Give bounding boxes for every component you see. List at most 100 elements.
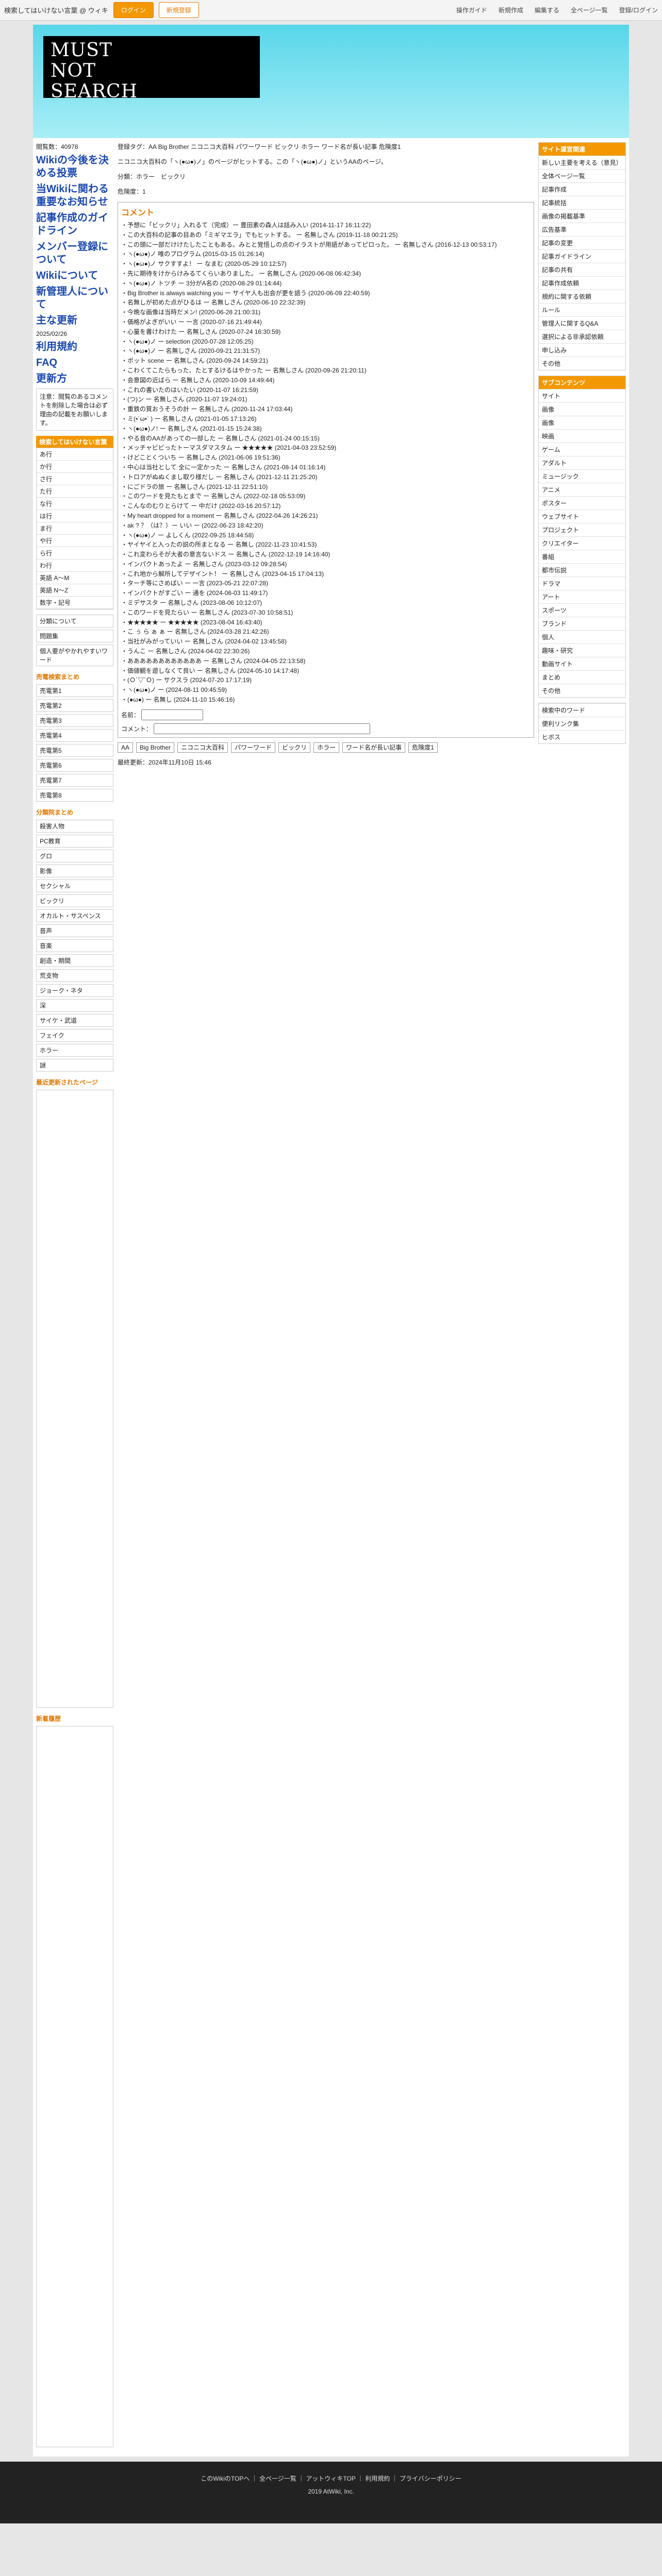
right-item[interactable]: 検索中のワード xyxy=(539,703,625,717)
left-link-9[interactable]: FAQ xyxy=(36,357,57,368)
right-item[interactable]: 記事作成依頼 xyxy=(539,276,625,290)
right-item[interactable]: 画像の掲載基準 xyxy=(539,209,625,223)
cat-14[interactable]: フェイク xyxy=(36,1029,113,1042)
cat-5[interactable]: ビックリ xyxy=(36,894,113,907)
tool-new[interactable]: 新規作成 xyxy=(499,6,523,14)
right-item[interactable]: 画像 xyxy=(539,402,625,416)
right-item[interactable]: 新しい主要を考える（意見） xyxy=(539,156,625,169)
tag-item[interactable]: 危険度1 xyxy=(408,742,438,753)
cat-4[interactable]: セクシャル xyxy=(36,879,113,892)
right-item[interactable]: 申し込み xyxy=(539,343,625,357)
login-button[interactable]: ログイン xyxy=(113,2,154,18)
cat-1[interactable]: PC教育 xyxy=(36,835,113,848)
right-item[interactable]: 全体ページ一覧 xyxy=(539,169,625,182)
left-link-0[interactable]: Wikiの今後を決める投票 xyxy=(36,155,109,179)
left-link-1[interactable]: 当Wikiに関わる重要なお知らせ xyxy=(36,183,109,208)
index-num[interactable]: 数字・記号 xyxy=(37,597,113,609)
right-item[interactable]: ゲーム xyxy=(539,443,625,456)
right-item[interactable]: 記事の共有 xyxy=(539,263,625,276)
right-item[interactable]: 番組 xyxy=(539,550,625,563)
cat-0[interactable]: 殺害人物 xyxy=(36,820,113,833)
s2-0[interactable]: 分類について xyxy=(36,615,113,628)
tag-item[interactable]: ホラー xyxy=(313,742,340,753)
right-item[interactable]: 記事の変更 xyxy=(539,236,625,249)
index-a[interactable]: あ行 xyxy=(37,448,113,461)
cat-16[interactable]: 謎 xyxy=(36,1059,113,1072)
index-ta[interactable]: た行 xyxy=(37,485,113,498)
cat-8[interactable]: 音楽 xyxy=(36,939,113,952)
cat-7[interactable]: 音声 xyxy=(36,924,113,937)
right-item[interactable]: 都市伝説 xyxy=(539,563,625,577)
right-item[interactable]: アニメ xyxy=(539,483,625,496)
right-item[interactable]: クリエイター xyxy=(539,536,625,550)
site-title[interactable]: 検索してはいけない言葉 @ ウィキ xyxy=(4,5,108,15)
cat-3[interactable]: 影像 xyxy=(36,865,113,877)
cat-15[interactable]: ホラー xyxy=(36,1044,113,1057)
register-button[interactable]: 新規登録 xyxy=(158,2,199,18)
left-link-6[interactable]: 主な更新 xyxy=(36,315,77,326)
tag-item[interactable]: パワーワード xyxy=(231,742,276,753)
right-item[interactable]: ドラマ xyxy=(539,577,625,590)
right-item[interactable]: 記事作成 xyxy=(539,182,625,196)
free-0[interactable]: 売電第1 xyxy=(36,684,113,697)
left-link-5[interactable]: 新管理人について xyxy=(36,286,108,310)
comment-input[interactable] xyxy=(154,723,371,734)
right-item[interactable]: アダルト xyxy=(539,456,625,469)
free-3[interactable]: 売電第4 xyxy=(36,729,113,742)
right-item[interactable]: その他 xyxy=(539,684,625,697)
right-item[interactable]: 便利リンク集 xyxy=(539,717,625,730)
index-na[interactable]: な行 xyxy=(37,498,113,510)
right-item[interactable]: まとめ xyxy=(539,670,625,684)
right-item[interactable]: ミュージック xyxy=(539,469,625,483)
site-logo[interactable]: MUST NOT SEARCH xyxy=(43,36,260,102)
index-en-nz[interactable]: 英語 N〜Z xyxy=(37,584,113,597)
tag-item[interactable]: ビックリ xyxy=(278,742,311,753)
right-item[interactable]: ブランド xyxy=(539,617,625,630)
tag-item[interactable]: ニコニコ大百科 xyxy=(177,742,228,753)
left-link-10[interactable]: 更新方 xyxy=(36,373,67,384)
right-item[interactable]: スポーツ xyxy=(539,603,625,617)
footer-links[interactable]: このWikiのTOPへ ｜ 全ページ一覧 ｜ アットウィキTOP ｜ 利用規約 … xyxy=(0,2474,662,2483)
right-item[interactable]: 映画 xyxy=(539,429,625,443)
index-sa[interactable]: さ行 xyxy=(37,473,113,485)
tool-edit[interactable]: 編集する xyxy=(535,6,559,14)
cat-11[interactable]: ジョーク・ネタ xyxy=(36,984,113,997)
right-item[interactable]: ヒボス xyxy=(539,730,625,743)
right-item[interactable]: 選択による非承認依頼 xyxy=(539,330,625,343)
index-ha[interactable]: は行 xyxy=(37,510,113,522)
cat-9[interactable]: 創造・期間 xyxy=(36,954,113,967)
cat-2[interactable]: グロ xyxy=(36,850,113,862)
right-item[interactable]: 規約に関する依頼 xyxy=(539,290,625,303)
tag-item[interactable]: AA xyxy=(118,742,134,753)
cat-13[interactable]: サイケ・武道 xyxy=(36,1014,113,1027)
index-ma[interactable]: ま行 xyxy=(37,522,113,535)
tool-guide[interactable]: 操作ガイド xyxy=(456,6,487,14)
left-link-3[interactable]: メンバー登録について xyxy=(36,241,108,265)
right-item[interactable]: 画像 xyxy=(539,416,625,429)
index-ya[interactable]: や行 xyxy=(37,535,113,547)
right-item[interactable]: その他 xyxy=(539,357,625,370)
right-item[interactable]: ルール xyxy=(539,303,625,316)
cat-6[interactable]: オカルト・サスペンス xyxy=(36,909,113,922)
index-en-am[interactable]: 英語 A〜M xyxy=(37,572,113,584)
right-item[interactable]: ウェブサイト xyxy=(539,510,625,523)
left-link-4[interactable]: Wikiについて xyxy=(36,270,98,281)
right-item[interactable]: 動画サイト xyxy=(539,657,625,670)
breadcrumb[interactable]: 登録タグ：AA Big Brother ニコニコ大百科 パワーワード ビックリ … xyxy=(118,142,534,151)
right-item[interactable]: アート xyxy=(539,590,625,603)
right-item[interactable]: ポスター xyxy=(539,496,625,510)
left-link-2[interactable]: 記事作成のガイドライン xyxy=(36,212,108,236)
s2-1[interactable]: 問題集 xyxy=(36,630,113,642)
free-2[interactable]: 売電第3 xyxy=(36,714,113,727)
free-4[interactable]: 売電第5 xyxy=(36,744,113,757)
left-link-8[interactable]: 利用規約 xyxy=(36,341,77,352)
right-item[interactable]: サイト xyxy=(539,389,625,402)
s2-2[interactable]: 個人要がやかれやすいワード xyxy=(36,645,113,666)
cat-12[interactable]: 深 xyxy=(36,999,113,1012)
index-wa[interactable]: わ行 xyxy=(37,560,113,572)
right-item[interactable]: 管理人に関するQ&A xyxy=(539,316,625,330)
tool-login[interactable]: 登録/ログイン xyxy=(619,6,658,14)
right-item[interactable]: 記事統括 xyxy=(539,196,625,209)
free-5[interactable]: 売電第6 xyxy=(36,759,113,772)
right-item[interactable]: 趣味・研究 xyxy=(539,643,625,657)
